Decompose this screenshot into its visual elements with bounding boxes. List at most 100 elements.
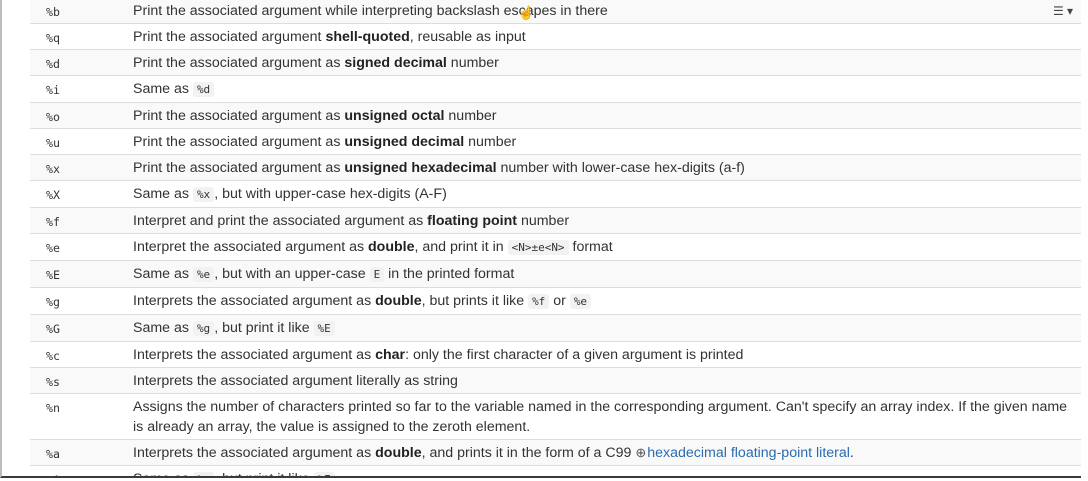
specifier-code: %n	[46, 401, 60, 415]
specifier-cell: %o	[30, 102, 104, 129]
table-body: %b Print the associated argument while in…	[30, 0, 1081, 476]
description-text: in the printed format	[384, 266, 515, 282]
description-cell: Interpret and print the associated argum…	[104, 207, 1081, 234]
specifier-code: %c	[46, 349, 60, 363]
table-of-contents-button[interactable]: ☰ ▾	[1048, 1, 1078, 23]
specifier-code: %b	[46, 5, 60, 19]
description-cell: Same as %x, but with upper-case hex-digi…	[104, 180, 1081, 208]
table-row: %u Print the associated argument as unsig…	[30, 128, 1081, 155]
description-cell: Interprets the associated argument as do…	[104, 439, 1081, 466]
inline-code: <N>±e<N>	[507, 240, 569, 255]
description-text: number	[446, 55, 499, 71]
inline-code: %e	[569, 294, 592, 309]
description-text: number	[464, 134, 517, 150]
inline-code: %E	[313, 321, 335, 336]
description-text: Same as	[133, 186, 193, 202]
emphasis-text: shell-quoted	[325, 29, 410, 45]
description-cell: Print the associated argument as signed …	[104, 49, 1081, 76]
table-row: %x Print the associated argument as unsig…	[30, 154, 1081, 181]
format-specifier-table: %b Print the associated argument while in…	[30, 0, 1081, 476]
description-text: , and prints it in the form of a C99	[421, 445, 636, 461]
emphasis-text: unsigned octal	[344, 108, 445, 124]
specifier-code: %f	[46, 215, 60, 229]
table-row: %s Interprets the associated argument lit…	[30, 367, 1081, 394]
description-cell: Assigns the number of characters printed…	[104, 393, 1081, 440]
description-text: Interprets the associated argument as	[133, 293, 376, 309]
specifier-code: %A	[46, 473, 60, 476]
specifier-cell: %X	[30, 180, 104, 208]
description-cell: Interprets the associated argument as do…	[104, 287, 1081, 315]
emphasis-text: double	[375, 445, 422, 461]
hexadecimal-literal-link[interactable]: hexadecimal floating-point literal	[647, 445, 850, 461]
specifier-cell: %u	[30, 128, 104, 155]
specifier-cell: %E	[30, 260, 104, 288]
description-cell: Interprets the associated argument liter…	[104, 367, 1081, 394]
description-cell: Interpret the associated argument as dou…	[104, 233, 1081, 261]
description-text: .	[849, 445, 854, 461]
description-text: Interpret the associated argument as	[133, 239, 369, 255]
table-row: %g Interprets the associated argument as …	[30, 287, 1081, 315]
inline-code: %a	[192, 472, 215, 476]
specifier-code: %o	[46, 110, 60, 124]
description-text: format	[568, 239, 613, 255]
specifier-code: %s	[46, 375, 60, 389]
description-text: Same as	[133, 81, 193, 97]
inline-code: %x	[192, 187, 215, 202]
description-text: Print the associated argument as	[133, 134, 345, 150]
description-cell: Print the associated argument as unsigne…	[104, 128, 1081, 155]
description-cell: Same as %d	[104, 75, 1081, 103]
specifier-code: %E	[46, 268, 60, 282]
description-text: number	[517, 213, 570, 229]
specifier-cell: %i	[30, 75, 104, 103]
description-text: Assigns the number of characters printed…	[133, 399, 1068, 435]
description-text: : only the first character of a given ar…	[405, 347, 744, 363]
description-text: Print the associated argument as	[133, 108, 345, 124]
external-link-icon: ⊕	[635, 445, 647, 460]
table-row: %d Print the associated argument as signe…	[30, 49, 1081, 76]
description-text: , but print it like	[214, 320, 314, 336]
inline-code: %f	[528, 294, 550, 309]
table-row: %c Interprets the associated argument as …	[30, 341, 1081, 368]
mouse-cursor-icon: ☝	[518, 5, 535, 20]
specifier-cell: %a	[30, 439, 104, 466]
scrollbar-track[interactable]	[1081, 0, 1088, 481]
specifier-cell: %e	[30, 233, 104, 261]
table-row: %q Print the associated argument shell-qu…	[30, 23, 1081, 50]
inline-code: %g	[192, 321, 215, 336]
specifier-cell: %g	[30, 287, 104, 315]
table-row: %A Same as %a, but print it like %E	[30, 465, 1081, 476]
specifier-code: %G	[46, 322, 60, 336]
description-text: , but with an upper-case	[214, 266, 370, 282]
specifier-cell: %d	[30, 49, 104, 76]
specifier-cell: %x	[30, 154, 104, 181]
specifier-code: %X	[46, 188, 60, 202]
description-text: , but print it like	[214, 471, 313, 476]
specifier-code: %u	[46, 136, 60, 150]
table-row: %X Same as %x, but with upper-case hex-di…	[30, 180, 1081, 208]
table-row: %e Interpret the associated argument as d…	[30, 233, 1081, 261]
description-text: Same as	[133, 471, 193, 476]
description-text: or	[549, 293, 570, 309]
specifier-code: %e	[46, 241, 60, 255]
description-text: , and print it in	[414, 239, 508, 255]
specifier-code: %x	[46, 162, 60, 176]
description-text: Print the associated argument	[133, 29, 326, 45]
description-text: Interprets the associated argument as	[133, 445, 376, 461]
description-cell: Print the associated argument shell-quot…	[104, 23, 1081, 50]
specifier-code: %q	[46, 31, 60, 45]
description-cell: Same as %g, but print it like %E	[104, 314, 1081, 342]
description-text: number with lower-case hex-digits (a-f)	[496, 160, 745, 176]
emphasis-text: signed decimal	[344, 55, 447, 71]
inline-code: %d	[192, 82, 215, 97]
specifier-code: %i	[46, 83, 60, 97]
description-text: , but with upper-case hex-digits (A-F)	[214, 186, 447, 202]
specifier-cell: %q	[30, 23, 104, 50]
description-cell: Same as %a, but print it like %E	[104, 465, 1081, 476]
list-menu-icon: ☰ ▾	[1052, 4, 1074, 18]
specifier-cell: %b	[30, 0, 104, 24]
description-text: number	[444, 108, 497, 124]
description-text: Interprets the associated argument as	[133, 347, 376, 363]
table-row: %f Interpret and print the associated arg…	[30, 207, 1081, 234]
specifier-cell: %n	[30, 393, 104, 440]
table-row: %G Same as %g, but print it like %E	[30, 314, 1081, 342]
